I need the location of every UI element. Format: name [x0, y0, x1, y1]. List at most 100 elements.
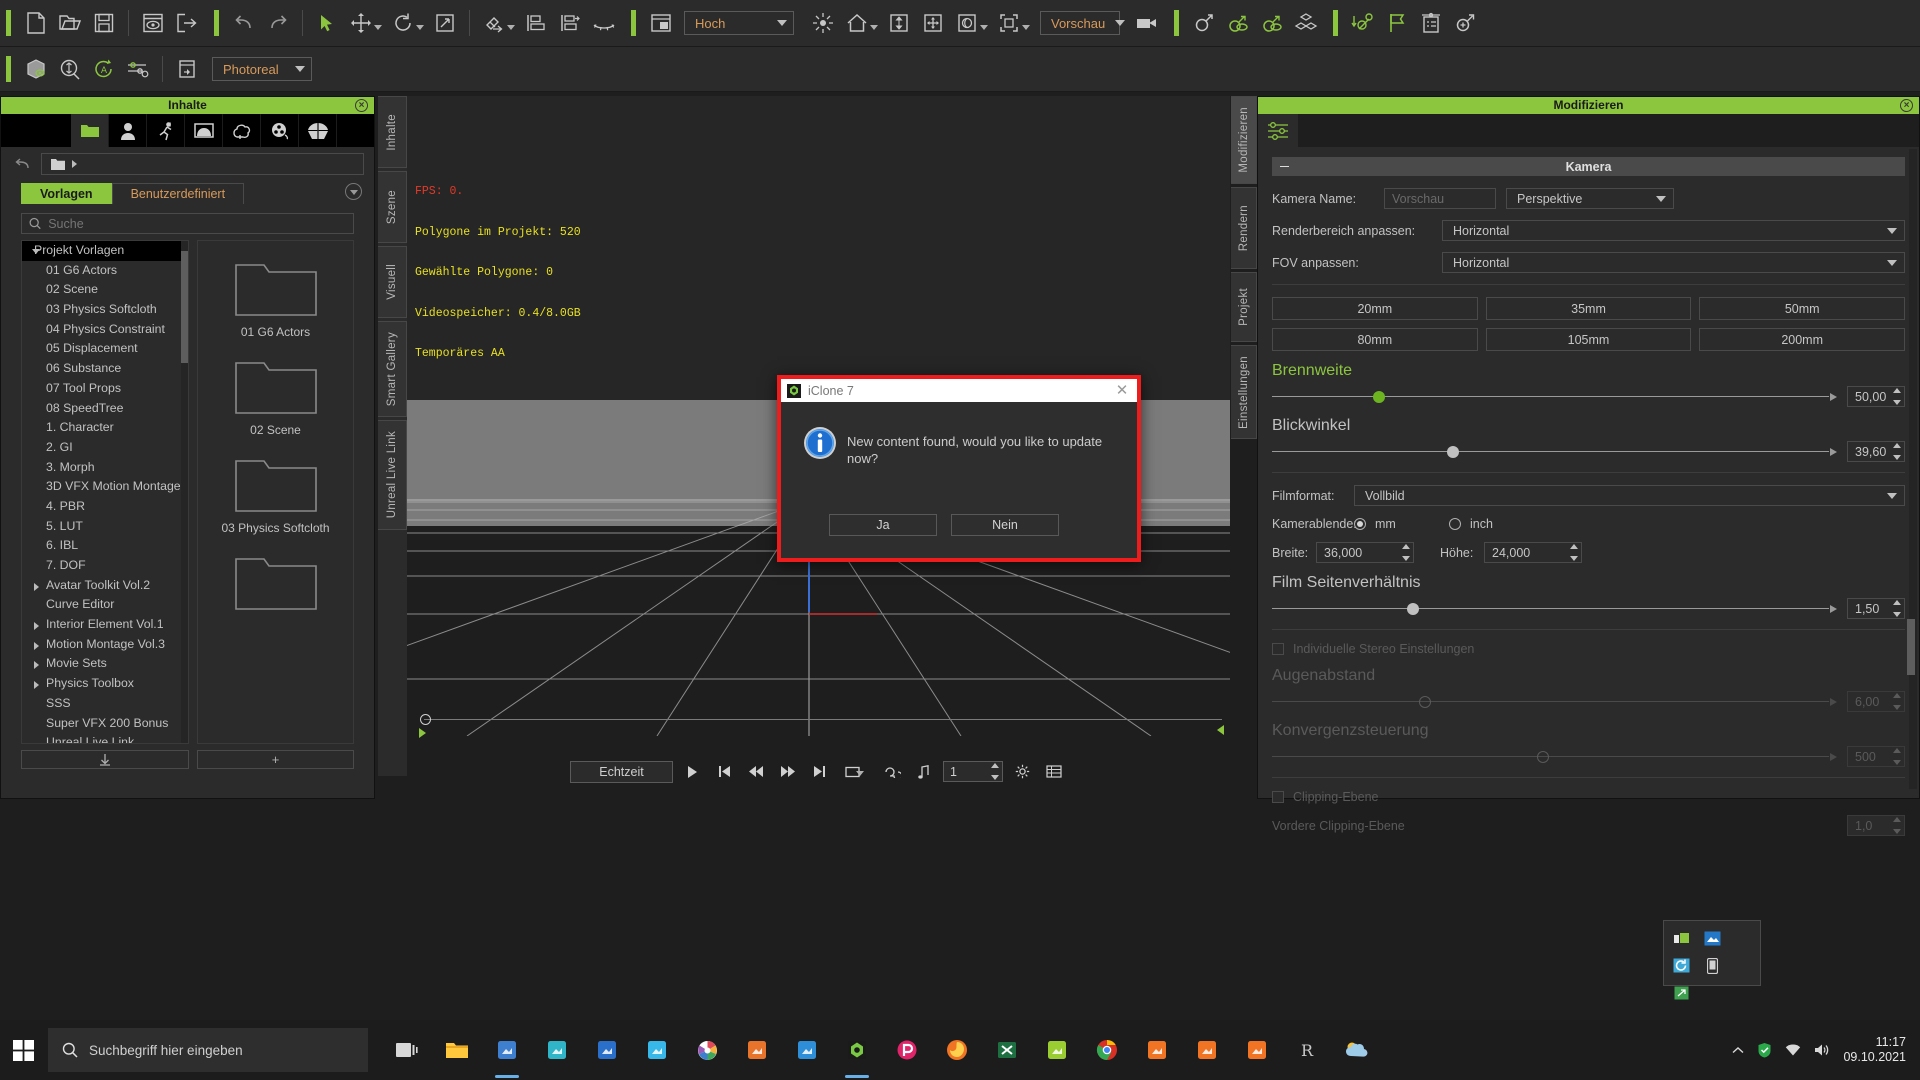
light-icon[interactable]: [806, 6, 840, 40]
view-angle-input[interactable]: 39,60: [1847, 441, 1905, 462]
select-arrow-icon[interactable]: [310, 6, 344, 40]
timeline-marker-left[interactable]: [419, 728, 426, 738]
frame-dropdown-caret[interactable]: [1022, 24, 1030, 30]
timeline-icon[interactable]: [170, 52, 204, 86]
motion2-icon[interactable]: [1255, 6, 1289, 40]
undo-icon[interactable]: [227, 6, 261, 40]
tree-scrollbar-thumb[interactable]: [181, 251, 188, 363]
settings-sliders-icon[interactable]: [121, 52, 155, 86]
preview-dropdown[interactable]: Vorschau: [1040, 11, 1126, 35]
tab-vorlagen[interactable]: Vorlagen: [21, 183, 112, 204]
render-mode-dropdown[interactable]: Photoreal: [212, 57, 312, 81]
thumbnail-item[interactable]: 01 G6 Actors: [198, 241, 353, 339]
timeline-marker-right[interactable]: [1217, 725, 1224, 735]
viewport-tab-smart-gallery[interactable]: Smart Gallery: [378, 321, 407, 417]
tree-scrollbar[interactable]: [181, 241, 188, 743]
rotate-dropdown-caret[interactable]: [416, 24, 424, 30]
thumbnail-item[interactable]: [198, 535, 353, 619]
file-explorer-icon[interactable]: [432, 1020, 482, 1080]
lens-preset-20mm[interactable]: 20mm: [1272, 297, 1478, 320]
redo-icon[interactable]: [261, 6, 295, 40]
dialog-close-icon[interactable]: ✕: [1113, 382, 1131, 399]
camera-section-header[interactable]: Kamera: [1272, 157, 1905, 176]
app-lime-icon[interactable]: [1032, 1020, 1082, 1080]
timeline-playhead[interactable]: [420, 714, 431, 725]
app-orange3-icon[interactable]: [1182, 1020, 1232, 1080]
tab-media[interactable]: [261, 114, 299, 147]
align-icon[interactable]: [519, 6, 553, 40]
link-icon[interactable]: [477, 6, 511, 40]
tree-item[interactable]: 05 Displacement: [22, 339, 188, 359]
chevron-down-icon-4[interactable]: [345, 183, 362, 200]
home-dropdown-caret[interactable]: [870, 24, 878, 30]
app-teal-icon[interactable]: [532, 1020, 582, 1080]
breadcrumb[interactable]: [41, 153, 364, 175]
camera-type-dropdown[interactable]: Perspektive: [1506, 188, 1674, 209]
chevron-right-icon[interactable]: [34, 661, 39, 670]
right-tab-rendern[interactable]: Rendern: [1231, 187, 1257, 269]
tab-motion[interactable]: [147, 114, 185, 147]
shield-green-icon[interactable]: [1757, 1042, 1772, 1058]
width-stepper[interactable]: [1400, 544, 1412, 561]
tree-item[interactable]: Avatar Toolkit Vol.2: [22, 576, 188, 596]
layout-icon[interactable]: [644, 6, 678, 40]
windows-start-icon[interactable]: [0, 1020, 46, 1080]
app-cyan-icon[interactable]: [632, 1020, 682, 1080]
blocks-icon[interactable]: [1289, 6, 1323, 40]
chevron-right-icon[interactable]: [34, 681, 39, 690]
skip-end-icon[interactable]: [807, 760, 833, 784]
tree-item[interactable]: 2. GI: [22, 438, 188, 458]
forward-icon[interactable]: [775, 760, 801, 784]
tree-item[interactable]: Unreal Live Link: [22, 733, 188, 743]
right-tab-modifizieren[interactable]: Modifizieren: [1231, 96, 1257, 184]
lens-preset-200mm[interactable]: 200mm: [1699, 328, 1906, 351]
focal-length-knob[interactable]: [1373, 390, 1386, 403]
aspect-slider[interactable]: [1272, 602, 1837, 615]
sliders-icon[interactable]: [1258, 114, 1298, 147]
focal-length-slider[interactable]: [1272, 390, 1837, 403]
timeline-strip[interactable]: [407, 708, 1230, 738]
open-folder-icon[interactable]: [53, 6, 87, 40]
frame-stepper[interactable]: [989, 763, 1001, 780]
tree-item[interactable]: Super VFX 200 Bonus: [22, 714, 188, 734]
tab-actor[interactable]: [109, 114, 147, 147]
app-orange4-icon[interactable]: [1232, 1020, 1282, 1080]
lens-preset-50mm[interactable]: 50mm: [1699, 297, 1906, 320]
vertical-fit-icon[interactable]: [882, 6, 916, 40]
aspect-stepper[interactable]: [1891, 600, 1903, 617]
film-format-dropdown[interactable]: Vollbild: [1354, 485, 1905, 506]
search-input[interactable]: [48, 216, 346, 231]
excel-icon[interactable]: [982, 1020, 1032, 1080]
loop-icon[interactable]: [879, 760, 905, 784]
move-icon[interactable]: [344, 6, 378, 40]
lens-preset-105mm[interactable]: 105mm: [1485, 328, 1692, 351]
collapse-icon[interactable]: [1280, 166, 1289, 167]
capture-icon[interactable]: [1697, 925, 1728, 952]
frame-number-input[interactable]: 1: [943, 761, 1003, 782]
aspect-input[interactable]: 1,50: [1847, 598, 1905, 619]
app-weather-icon[interactable]: [1332, 1020, 1382, 1080]
gear-icon[interactable]: [1009, 760, 1035, 784]
volume-icon[interactable]: [1814, 1043, 1830, 1057]
app-multicolor-icon[interactable]: [682, 1020, 732, 1080]
modify-panel-scrollbar[interactable]: [1907, 149, 1917, 789]
move-all-icon[interactable]: [916, 6, 950, 40]
rewind-icon[interactable]: [743, 760, 769, 784]
thumbnail-item[interactable]: 02 Scene: [198, 339, 353, 437]
thumbnail-item[interactable]: 03 Physics Softcloth: [198, 437, 353, 535]
modify-panel-scrollbar-thumb[interactable]: [1907, 619, 1915, 675]
aperture-mm-radio[interactable]: [1354, 518, 1366, 530]
app-orange-icon[interactable]: [732, 1020, 782, 1080]
chevron-right-icon[interactable]: [34, 582, 39, 591]
viewport-tab-inhalte[interactable]: Inhalte: [378, 96, 407, 168]
inspect-icon[interactable]: [53, 52, 87, 86]
viewport-tab-visuell[interactable]: Visuell: [378, 246, 407, 318]
taskbar-clock[interactable]: 11:17 09.10.2021: [1843, 1035, 1906, 1065]
viewport-tab-szene[interactable]: Szene: [378, 171, 407, 243]
download-arrow-icon[interactable]: [21, 750, 189, 769]
tree-item[interactable]: 4. PBR: [22, 497, 188, 517]
material-icon[interactable]: [19, 52, 53, 86]
dialog-titlebar[interactable]: iClone 7 ✕: [781, 379, 1137, 402]
chevron-up-icon[interactable]: [1732, 1046, 1744, 1055]
view-angle-slider[interactable]: [1272, 445, 1837, 458]
